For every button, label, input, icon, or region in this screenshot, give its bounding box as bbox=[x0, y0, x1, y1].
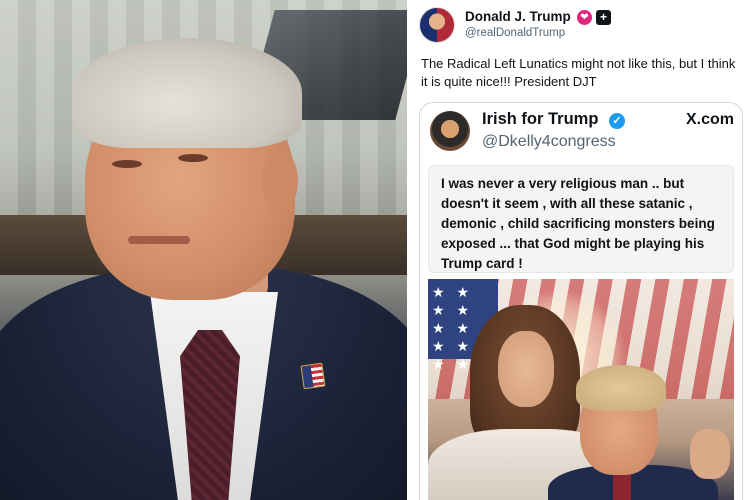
author-name[interactable]: Donald J. Trump bbox=[465, 9, 571, 24]
plus-square-icon[interactable]: + bbox=[596, 10, 611, 25]
quoted-author-handle[interactable]: @Dkelly4congress bbox=[482, 133, 616, 151]
second-figure-tie bbox=[613, 471, 631, 500]
post-text: The Radical Left Lunatics might not like… bbox=[421, 56, 736, 89]
hair bbox=[72, 38, 302, 148]
meme-caption: I was never a very religious man .. but … bbox=[428, 165, 734, 273]
left-eye bbox=[112, 160, 142, 168]
social-post: Donald J. Trump ❤ + @realDonaldTrump The… bbox=[407, 0, 750, 500]
author-avatar[interactable] bbox=[419, 7, 455, 43]
heart-badge-icon: ❤ bbox=[577, 10, 592, 25]
quoted-author-name[interactable]: Irish for Trump bbox=[482, 110, 598, 129]
quoted-author-avatar[interactable] bbox=[430, 111, 470, 151]
figure-face bbox=[498, 331, 554, 407]
flag-lapel-pin bbox=[300, 362, 326, 390]
hand bbox=[690, 429, 730, 479]
author-handle[interactable]: @realDonaldTrump bbox=[465, 27, 565, 39]
ear bbox=[262, 150, 298, 212]
post-header: Donald J. Trump ❤ + @realDonaldTrump bbox=[419, 5, 739, 45]
quoted-post[interactable]: Irish for Trump ✓ @Dkelly4congress X.com… bbox=[419, 102, 743, 500]
verified-check-icon: ✓ bbox=[609, 113, 625, 129]
second-figure-hair bbox=[576, 365, 666, 411]
portrait-photo bbox=[0, 0, 407, 500]
mouth bbox=[128, 236, 190, 244]
meme-image[interactable]: ★ ★ ★ ★ ★ ★ ★ ★ ★ ★ bbox=[428, 279, 734, 500]
right-eye bbox=[178, 154, 208, 162]
site-label: X.com bbox=[685, 111, 734, 128]
